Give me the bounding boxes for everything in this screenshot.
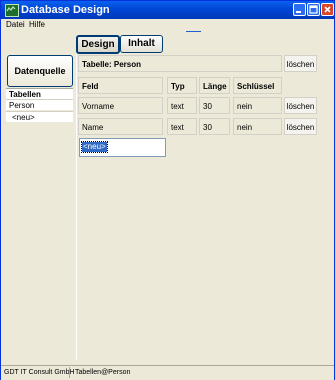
- field-type-cell[interactable]: text: [167, 118, 197, 135]
- field-key-cell[interactable]: nein: [233, 118, 282, 135]
- column-header-schluessel: Schlüssel: [233, 77, 282, 94]
- table-name-label: Tabelle: Person: [78, 55, 282, 72]
- tables-list-header: Tabellen: [6, 88, 73, 99]
- status-separator: [69, 367, 70, 378]
- minimize-button[interactable]: [293, 3, 306, 16]
- field-length-cell[interactable]: 30: [199, 97, 230, 114]
- datenquelle-button[interactable]: Datenquelle: [7, 55, 73, 87]
- field-name-cell[interactable]: Name: [78, 118, 163, 135]
- list-item-new[interactable]: <neu>: [6, 111, 73, 122]
- new-field-input[interactable]: <neu>: [79, 138, 166, 157]
- field-key-cell[interactable]: nein: [233, 97, 282, 114]
- app-window: Database Design Datei Hilfe Design Inhal…: [0, 0, 335, 380]
- panel-divider: [76, 54, 77, 360]
- delete-field-button[interactable]: löschen: [284, 118, 317, 135]
- tab-design[interactable]: Design: [76, 35, 120, 54]
- field-name-cell[interactable]: Vorname: [78, 97, 163, 114]
- column-header-laenge: Länge: [199, 77, 230, 94]
- field-length-cell[interactable]: 30: [199, 118, 230, 135]
- tab-inhalt[interactable]: Inhalt: [120, 35, 163, 53]
- delete-table-button[interactable]: löschen: [284, 55, 317, 72]
- divider: [186, 31, 201, 32]
- window-title: Database Design: [21, 4, 110, 16]
- delete-field-button[interactable]: löschen: [284, 97, 317, 114]
- status-company: GDT IT Consult GmbH: [4, 369, 75, 376]
- menu-hilfe[interactable]: Hilfe: [29, 19, 45, 31]
- menu-bar: Datei Hilfe: [1, 19, 334, 31]
- new-field-value: <neu>: [81, 141, 108, 153]
- menu-datei[interactable]: Datei: [6, 19, 25, 31]
- close-button[interactable]: [321, 3, 334, 16]
- list-item-person[interactable]: Person: [6, 99, 73, 110]
- app-icon: [5, 4, 19, 17]
- column-header-typ: Typ: [167, 77, 197, 94]
- column-header-feld: Feld: [78, 77, 163, 94]
- status-location: Tabellen@Person: [75, 369, 131, 376]
- field-type-cell[interactable]: text: [167, 97, 197, 114]
- title-bar[interactable]: Database Design: [1, 1, 334, 19]
- maximize-button[interactable]: [307, 3, 320, 16]
- status-bar: GDT IT Consult GmbH Tabellen@Person: [1, 365, 334, 380]
